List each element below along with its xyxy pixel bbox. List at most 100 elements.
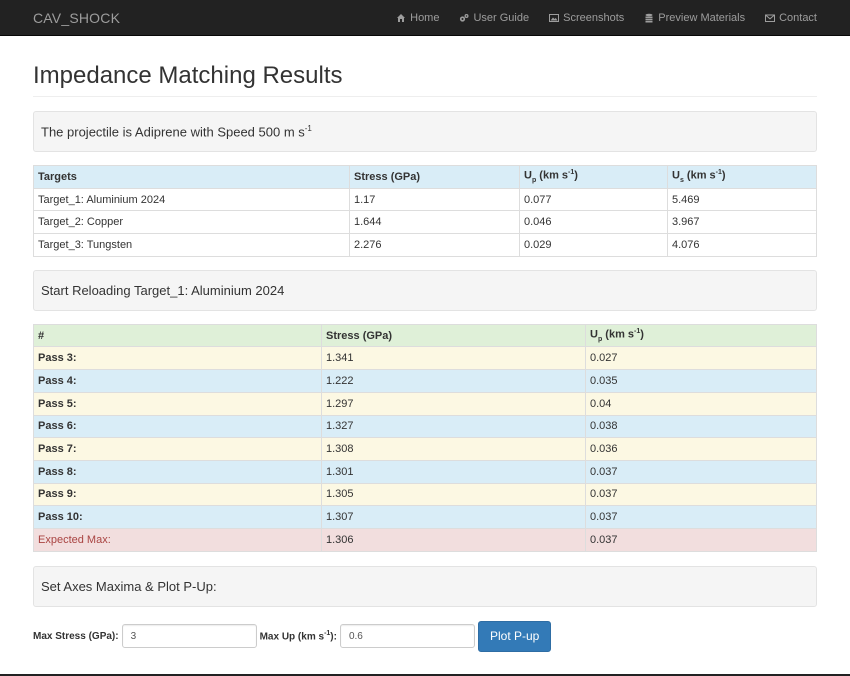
reload-panel: Start Reloading Target_1: Aluminium 2024 <box>33 269 817 311</box>
nav-menu: Home User Guide Screenshots Preview Mate… <box>376 12 817 24</box>
image-icon <box>549 13 560 22</box>
database-icon <box>645 13 653 22</box>
target-stress: 1.644 <box>349 210 520 235</box>
plot-button[interactable]: Plot P-up <box>477 620 552 652</box>
projectile-info-panel: The projectile is Adiprene with Speed 50… <box>33 111 817 152</box>
table-row: Pass 9: 1.305 0.037 <box>33 482 817 507</box>
pass-up: 0.037 <box>585 505 817 529</box>
projectile-text-sup: -1 <box>304 123 312 133</box>
reload-text: Start Reloading Target_1: Aluminium 2024 <box>41 282 285 298</box>
target-name: Target_3: Tungsten <box>33 233 350 257</box>
pass-up: 0.037 <box>585 459 817 484</box>
table-row: Pass 7: 1.308 0.036 <box>33 437 817 461</box>
nav-home[interactable]: Home <box>396 12 439 24</box>
target-name: Target_1: Aluminium 2024 <box>33 187 350 212</box>
pass-label: Pass 10: <box>33 505 322 529</box>
targets-table: Targets Stress (GPa) Up (km s-1) Us (km … <box>33 165 817 257</box>
pass-stress: 1.307 <box>321 505 586 529</box>
max-stress-label: Max Stress (GPa): <box>33 630 119 642</box>
pass-up: 0.038 <box>585 414 817 439</box>
nav-screenshots-label: Screenshots <box>563 11 625 24</box>
table-row: Pass 5: 1.297 0.04 <box>33 391 817 416</box>
col-pass-up-unit: (km s <box>602 328 635 341</box>
max-stress-input[interactable] <box>121 624 257 649</box>
nav-preview-materials[interactable]: Preview Materials <box>644 12 745 24</box>
envelope-icon <box>765 14 776 22</box>
pass-up: 0.027 <box>585 346 817 371</box>
pass-stress: 1.305 <box>321 482 586 507</box>
nav-user-guide-label: User Guide <box>473 11 530 24</box>
target-us: 3.967 <box>667 210 817 235</box>
max-up-label: Max Up (km s-1): <box>260 630 337 642</box>
target-us: 4.076 <box>667 233 817 257</box>
plot-form: Max Stress (GPa): Max Up (km s-1): Plot … <box>33 620 817 652</box>
pass-label: Pass 9: <box>33 482 322 507</box>
max-up-input[interactable] <box>339 624 475 649</box>
pass-stress: 1.222 <box>321 369 586 393</box>
col-us-close: ) <box>721 170 726 183</box>
table-row: Pass 3: 1.341 0.027 <box>33 346 817 371</box>
col-pass-num: # <box>33 323 322 348</box>
nav-user-guide[interactable]: User Guide <box>459 12 529 24</box>
pass-stress: 1.308 <box>321 437 586 461</box>
col-pass-up: Up (km s-1) <box>585 323 817 348</box>
projectile-text: The projectile is Adiprene with Speed 50… <box>41 124 312 139</box>
col-pass-up-close: ) <box>640 328 644 341</box>
table-row: Pass 6: 1.327 0.038 <box>33 414 817 439</box>
pass-stress: 1.327 <box>321 414 586 439</box>
pass-up: 0.035 <box>585 369 817 393</box>
col-targets: Targets <box>33 165 350 189</box>
col-us-base: U <box>672 170 680 183</box>
target-up: 0.046 <box>519 210 668 235</box>
max-up-label-suffix: ): <box>330 631 337 643</box>
target-stress: 2.276 <box>349 233 520 257</box>
pass-label: Pass 8: <box>33 459 322 484</box>
pass-label: Pass 5: <box>33 391 322 416</box>
table-row: Target_2: Copper 1.644 0.046 3.967 <box>33 210 817 235</box>
expected-stress: 1.306 <box>321 527 586 552</box>
pass-stress: 1.297 <box>321 391 586 416</box>
expected-up: 0.037 <box>585 527 817 552</box>
col-up-close: ) <box>574 170 578 183</box>
target-name: Target_2: Copper <box>33 210 350 235</box>
axes-panel: Set Axes Maxima & Plot P-Up: <box>33 565 817 607</box>
col-up-base: U <box>524 170 532 183</box>
nav-preview-materials-label: Preview Materials <box>658 11 746 24</box>
table-row: Pass 8: 1.301 0.037 <box>33 459 817 484</box>
navbar: CAV_SHOCK Home User Guide Screenshots Pr… <box>0 0 850 36</box>
col-stress: Stress (GPa) <box>349 165 520 189</box>
target-up: 0.029 <box>519 233 668 257</box>
col-pass-up-base: U <box>590 328 598 341</box>
target-stress: 1.17 <box>349 187 520 212</box>
passes-table: # Stress (GPa) Up (km s-1) Pass 3: 1.341… <box>33 323 817 552</box>
pass-label: Pass 3: <box>33 346 322 371</box>
page-title: Impedance Matching Results <box>33 62 817 97</box>
expected-max-row: Expected Max: 1.306 0.037 <box>33 527 817 552</box>
col-up-unit: (km s <box>536 170 569 183</box>
col-up: Up (km s-1) <box>519 165 668 189</box>
pass-label: Pass 4: <box>33 369 322 393</box>
table-row: Pass 4: 1.222 0.035 <box>33 369 817 393</box>
home-icon <box>397 13 406 22</box>
pass-up: 0.036 <box>585 437 817 461</box>
targets-table-header: Targets Stress (GPa) Up (km s-1) Us (km … <box>33 165 817 189</box>
table-row: Target_3: Tungsten 2.276 0.029 4.076 <box>33 233 817 257</box>
brand-link[interactable]: CAV_SHOCK <box>33 10 120 26</box>
pass-label: Pass 6: <box>33 414 322 439</box>
nav-screenshots[interactable]: Screenshots <box>549 12 624 24</box>
pass-up: 0.04 <box>585 391 817 416</box>
nav-home-label: Home <box>410 11 440 24</box>
pass-label: Pass 7: <box>33 437 322 461</box>
col-us-unit: (km s <box>683 170 716 183</box>
nav-contact[interactable]: Contact <box>765 12 817 24</box>
max-up-label-prefix: Max Up (km s <box>259 631 325 643</box>
target-us: 5.469 <box>667 187 817 212</box>
pass-up: 0.037 <box>585 482 817 507</box>
pass-stress: 1.301 <box>321 459 586 484</box>
gears-icon <box>460 13 469 22</box>
target-up: 0.077 <box>519 187 668 212</box>
passes-table-header: # Stress (GPa) Up (km s-1) <box>33 323 817 348</box>
table-row: Pass 10: 1.307 0.037 <box>33 505 817 529</box>
pass-stress: 1.341 <box>321 346 586 371</box>
nav-contact-label: Contact <box>779 11 817 24</box>
